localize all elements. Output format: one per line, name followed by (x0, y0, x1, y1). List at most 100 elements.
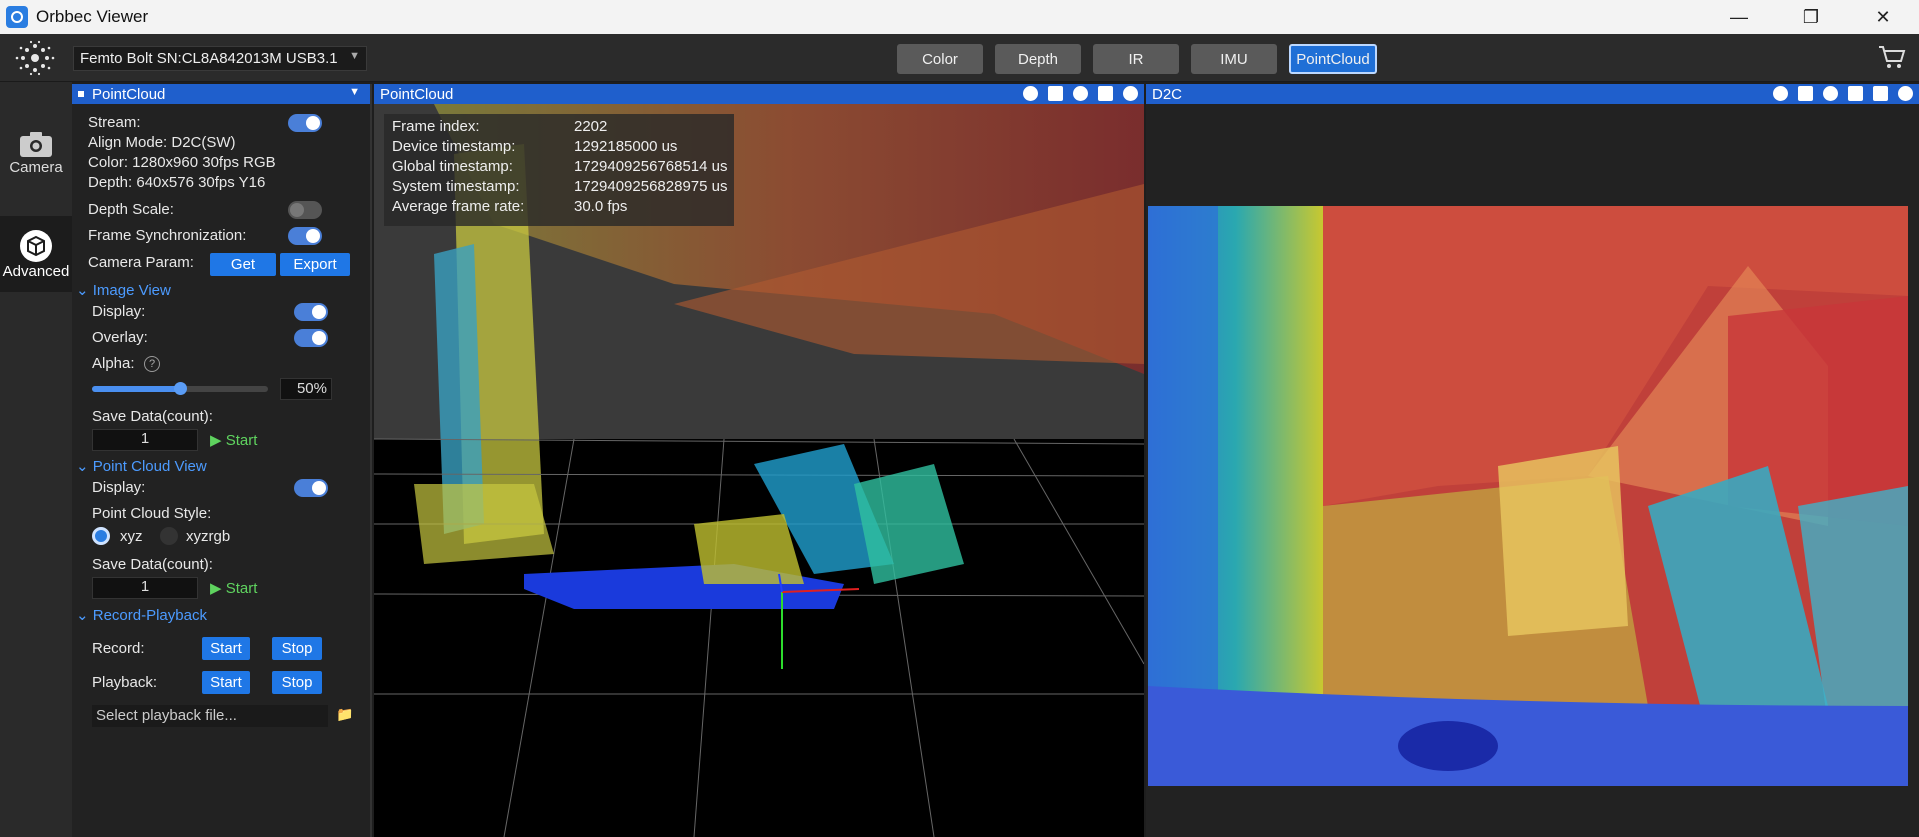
pause-icon[interactable] (1823, 86, 1838, 101)
close-button[interactable]: ✕ (1847, 0, 1919, 34)
resize-icon[interactable] (1773, 86, 1788, 101)
image-view-section[interactable]: ⌄ Image View (76, 281, 171, 299)
playback-start-button[interactable]: Start (202, 671, 250, 694)
left-nav: Camera Advanced (0, 82, 72, 837)
app-icon (6, 6, 28, 28)
pc-style-label: Point Cloud Style: (92, 505, 212, 522)
pc-save-start-label: Start (225, 580, 258, 597)
image-save-start-button[interactable]: ▶ Start (210, 431, 257, 449)
alpha-slider[interactable] (92, 382, 268, 395)
tab-imu[interactable]: IMU (1191, 44, 1277, 74)
stat-average-frame-rate: Average frame rate: (392, 198, 525, 215)
record-stop-button[interactable]: Stop (272, 637, 322, 660)
stream-toggle[interactable] (288, 114, 322, 132)
minimize-button[interactable]: — (1703, 0, 1775, 34)
frame-sync-toggle[interactable] (288, 227, 322, 245)
playback-file-placeholder: Select playback file... (96, 707, 237, 724)
nav-advanced-label: Advanced (2, 262, 70, 280)
stat-frame-index: Frame index: (392, 118, 480, 135)
restore-button[interactable]: ❐ (1775, 0, 1847, 34)
toolbar: Femto Bolt SN:CL8A842013M USB3.1 ▼ Color… (0, 34, 1919, 82)
stream-tabs: Color Depth IR IMU PointCloud (897, 44, 1377, 74)
device-select[interactable]: Femto Bolt SN:CL8A842013M USB3.1 ▼ (73, 46, 367, 71)
reset-icon[interactable] (1023, 86, 1038, 101)
stat-global-timestamp: Global timestamp: (392, 158, 513, 175)
image-save-start-label: Start (225, 432, 258, 449)
alpha-input[interactable]: 50% (280, 378, 332, 400)
settings-panel: PointCloud ▼ Stream: Align Mode: D2C(SW)… (72, 84, 372, 837)
d2c-view[interactable]: D2C (1146, 84, 1919, 837)
panel-header[interactable]: PointCloud ▼ (72, 84, 370, 104)
tab-pointcloud[interactable]: PointCloud (1289, 44, 1377, 74)
pointcloud-view-controls (1023, 86, 1138, 101)
alpha-slider-fill (92, 386, 180, 392)
record-label: Record: (92, 640, 145, 657)
square-icon (78, 91, 84, 97)
title-bar: Orbbec Viewer — ❐ ✕ (0, 0, 1919, 34)
image-save-count: 1 (140, 430, 150, 447)
maximize-icon[interactable] (1873, 86, 1888, 101)
pc-save-count: 1 (140, 578, 150, 595)
export-button[interactable]: Export (280, 253, 350, 276)
align-mode-text: Align Mode: D2C(SW) (88, 134, 236, 151)
close-icon[interactable] (1898, 86, 1913, 101)
tab-ir[interactable]: IR (1093, 44, 1179, 74)
record-start-button[interactable]: Start (202, 637, 250, 660)
pc-save-start-button[interactable]: ▶ Start (210, 579, 257, 597)
nav-camera[interactable]: Camera (0, 114, 72, 190)
help-icon[interactable]: ? (144, 356, 160, 372)
tab-depth[interactable]: Depth (995, 44, 1081, 74)
info-icon[interactable] (1798, 86, 1813, 101)
depth-scale-toggle[interactable] (288, 201, 322, 219)
close-icon[interactable] (1123, 86, 1138, 101)
d2c-view-controls (1773, 86, 1913, 101)
pointcloud-view-header: PointCloud (374, 84, 1144, 104)
image-save-count-input[interactable]: 1 (92, 429, 198, 451)
image-display-label: Display: (92, 303, 146, 320)
alpha-value: 50% (296, 380, 327, 397)
stat-frame-index-value: 2202 (574, 118, 608, 135)
radio-xyzrgb-label: xyzrgb (186, 528, 231, 545)
alpha-label: Alpha: (92, 355, 135, 372)
panel-title: PointCloud (92, 85, 166, 103)
chevron-down-icon: ▼ (349, 50, 360, 62)
maximize-icon[interactable] (1098, 86, 1113, 101)
nav-camera-label: Camera (9, 158, 63, 176)
playback-file-input[interactable]: Select playback file... (92, 705, 328, 727)
pc-save-count-input[interactable]: 1 (92, 577, 198, 599)
snapshot-icon[interactable] (1848, 86, 1863, 101)
alpha-slider-handle[interactable] (174, 382, 187, 395)
get-button[interactable]: Get (210, 253, 276, 276)
d2c-view-header: D2C (1146, 84, 1919, 104)
image-display-toggle[interactable] (294, 303, 328, 321)
pause-icon[interactable] (1073, 86, 1088, 101)
cart-icon[interactable] (1877, 42, 1907, 72)
chevron-down-icon: ▼ (349, 86, 360, 98)
pc-display-label: Display: (92, 479, 146, 496)
app-title: Orbbec Viewer (36, 7, 149, 26)
radio-xyzrgb[interactable] (160, 527, 178, 545)
pc-save-label: Save Data(count): (92, 556, 213, 573)
info-icon[interactable] (1048, 86, 1063, 101)
camera-icon (20, 131, 52, 157)
radio-xyz[interactable] (92, 527, 110, 545)
image-save-label: Save Data(count): (92, 408, 213, 425)
pointcloud-view[interactable]: PointCloud Frame index: 2202 Device time… (374, 84, 1144, 837)
point-cloud-view-section[interactable]: ⌄ Point Cloud View (76, 457, 207, 475)
playback-stop-button[interactable]: Stop (272, 671, 322, 694)
pc-display-toggle[interactable] (294, 479, 328, 497)
record-playback-section[interactable]: ⌄ Record-Playback (76, 606, 207, 624)
nav-advanced[interactable]: Advanced (0, 216, 72, 292)
stat-global-timestamp-value: 1729409256768514 us (574, 158, 728, 175)
folder-icon[interactable]: 📁 (336, 706, 353, 723)
camera-param-label: Camera Param: (88, 254, 194, 271)
overlay-label: Overlay: (92, 329, 148, 346)
stat-system-timestamp-value: 1729409256828975 us (574, 178, 728, 195)
orbbec-logo-icon (15, 40, 55, 76)
frame-stats-overlay: Frame index: 2202 Device timestamp: 1292… (384, 114, 734, 226)
cube-icon (20, 229, 52, 262)
tab-color[interactable]: Color (897, 44, 983, 74)
stat-system-timestamp: System timestamp: (392, 178, 520, 195)
overlay-toggle[interactable] (294, 329, 328, 347)
image-view-title: Image View (92, 282, 171, 299)
